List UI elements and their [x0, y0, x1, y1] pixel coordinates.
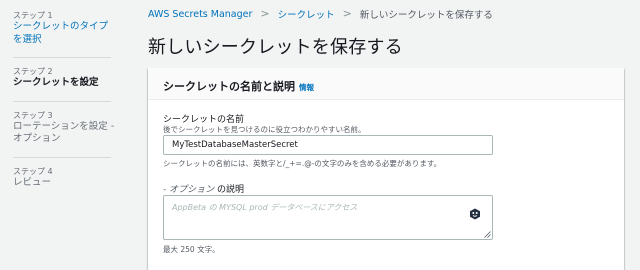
- step-4-label: レビュー: [13, 176, 52, 188]
- description-textarea[interactable]: [163, 195, 493, 240]
- step-3-label-line2: オプション: [13, 133, 61, 144]
- step-2-label: シークレットを設定: [13, 77, 99, 88]
- wizard-steps-nav: ステップ 1 シークレットのタイプ を選択 ステップ 2 シークレットを設定 ス…: [0, 0, 118, 270]
- secret-name-description: 後でシークレットを見つけるのに役立つわかりやすい名前。: [163, 125, 366, 134]
- resize-grip-icon[interactable]: [484, 231, 491, 238]
- breadcrumb-secrets-manager[interactable]: AWS Secrets Manager: [148, 9, 252, 20]
- info-link[interactable]: 情報: [299, 82, 314, 93]
- step-divider: [13, 156, 111, 158]
- step-1-number: ステップ 1: [13, 11, 53, 20]
- step-3-label-line1: ローテーションを設定 -: [13, 120, 115, 132]
- secret-name-panel: シークレットの名前と説明 情報 シークレットの名前 後でシークレットを見つけるの…: [148, 68, 624, 270]
- breadcrumb-separator-icon: >: [260, 7, 270, 20]
- step-3: ステップ 3 ローテーションを設定 - オプション: [13, 110, 118, 146]
- panel-header: シークレットの名前と説明 情報: [148, 68, 624, 100]
- step-1-label-line2[interactable]: を選択: [13, 34, 118, 47]
- secret-name-input[interactable]: [163, 135, 493, 155]
- step-4: ステップ 4 レビュー: [13, 166, 118, 190]
- optional-tag: - オプション: [163, 185, 215, 195]
- max-length-note: 最大 250 文字。: [163, 245, 220, 254]
- breadcrumb-separator-icon: >: [342, 7, 352, 20]
- step-divider: [13, 57, 111, 58]
- step-2-number: ステップ 2: [13, 67, 53, 76]
- breadcrumb-secrets[interactable]: シークレット: [278, 7, 335, 21]
- description-label-text: の説明: [216, 185, 244, 195]
- step-1[interactable]: ステップ 1 シークレットのタイプ を選択: [13, 10, 118, 46]
- step-1-label-line1[interactable]: シークレットのタイプ: [13, 21, 118, 34]
- secret-name-constraint: シークレットの名前には、英数字と/_+=.@-の文字のみを含める必要があります。: [163, 159, 442, 168]
- step-4-number: ステップ 4: [13, 166, 53, 176]
- breadcrumb-current: 新しいシークレットを保存する: [359, 10, 493, 21]
- step-divider: [13, 100, 111, 102]
- step-2: ステップ 2 シークレットを設定: [13, 66, 118, 90]
- panel-title: シークレットの名前と説明: [163, 80, 295, 93]
- breadcrumb: AWS Secrets Manager > シークレット > 新しいシークレット…: [148, 7, 493, 21]
- description-label: - オプション の説明: [163, 182, 244, 195]
- assistant-hexagon-icon[interactable]: [469, 208, 481, 220]
- main-content: AWS Secrets Manager > シークレット > 新しいシークレット…: [148, 0, 640, 270]
- page-title: 新しいシークレットを保存する: [148, 37, 403, 58]
- step-3-number: ステップ 3: [13, 110, 53, 120]
